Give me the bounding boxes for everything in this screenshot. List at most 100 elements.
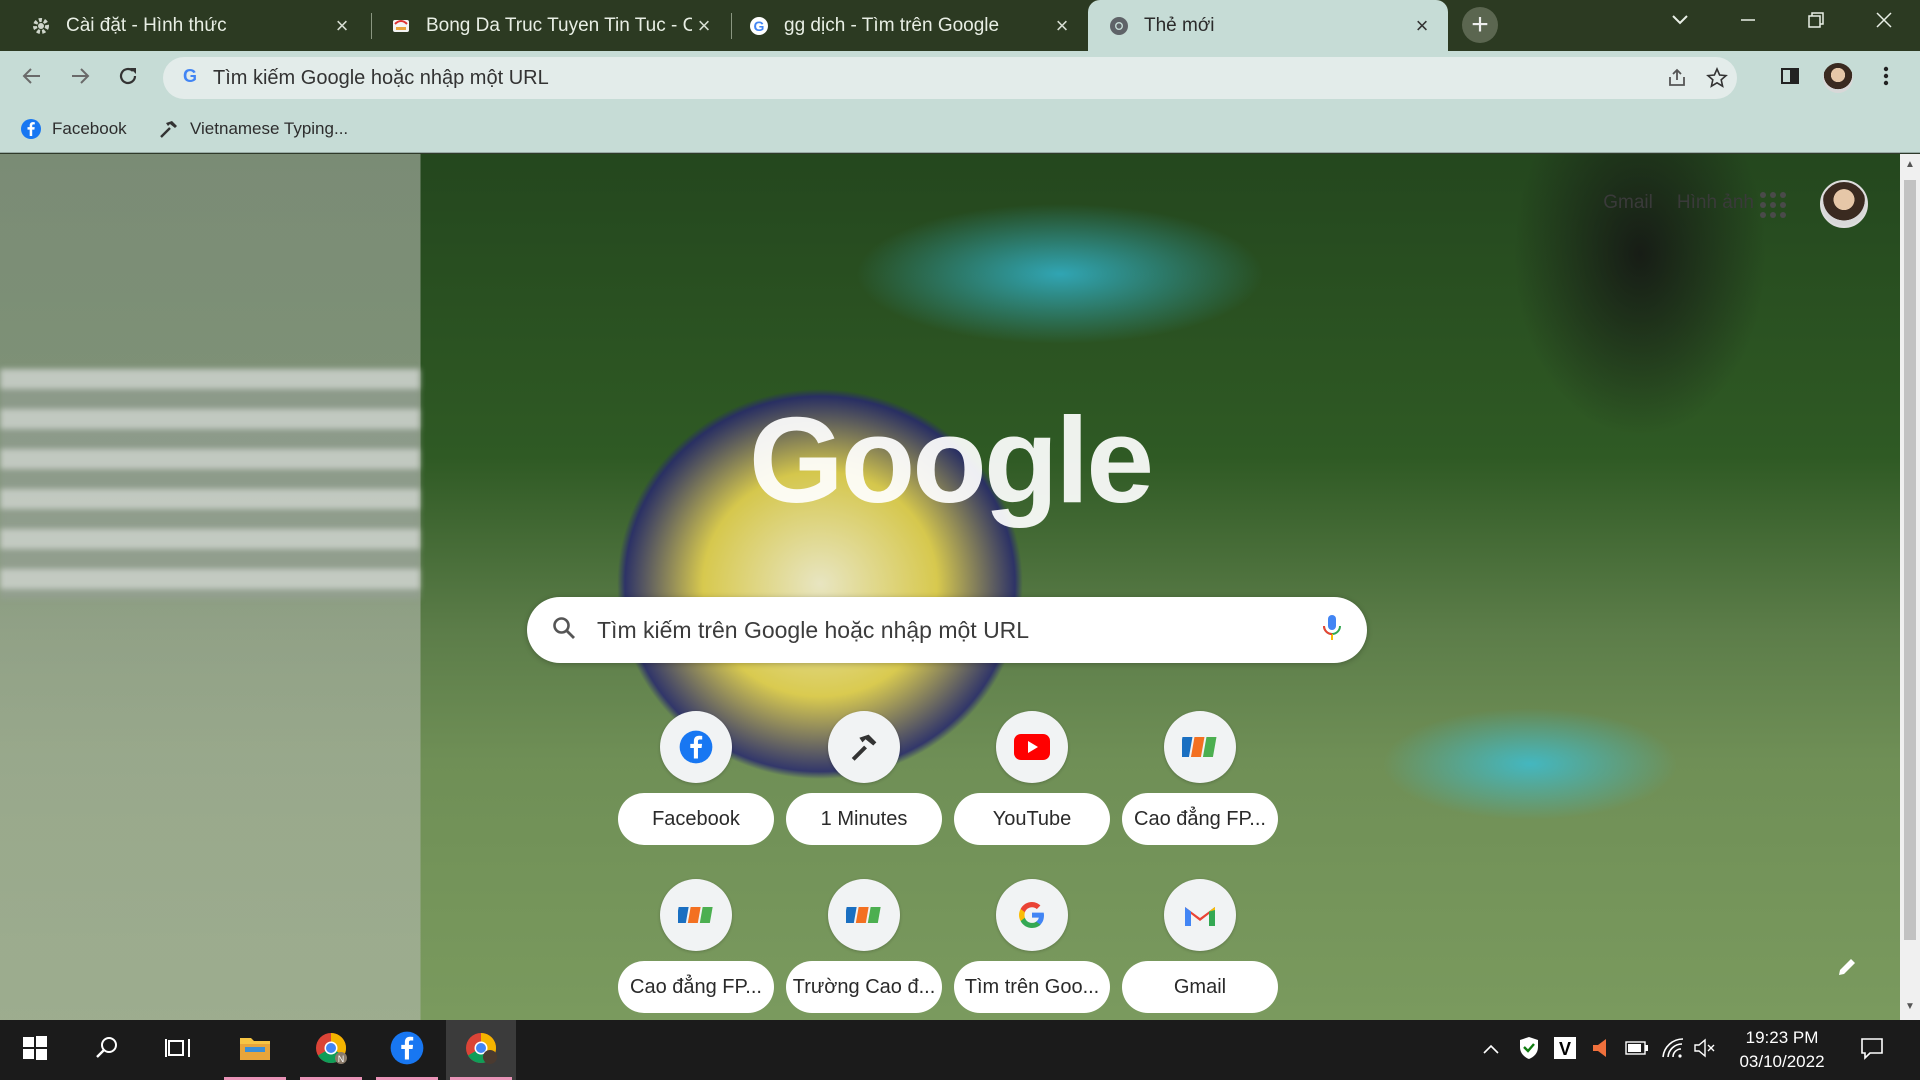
shortcut-label: Trường Cao đ... [786, 961, 942, 1013]
minimize-button[interactable] [1718, 0, 1778, 44]
microphone-icon[interactable] [1321, 613, 1343, 648]
taskbar-file-explorer[interactable] [220, 1020, 290, 1080]
bookmark-vietnamese-typing[interactable]: Vietnamese Typing... [158, 115, 348, 143]
shortcut-label: 1 Minutes [786, 793, 942, 845]
shortcut-gmail[interactable]: Gmail [1120, 879, 1280, 1020]
pencil-icon [1836, 956, 1858, 983]
search-button[interactable] [72, 1020, 142, 1080]
bookmark-facebook[interactable]: Facebook [20, 115, 127, 143]
windows-taskbar: N V 19:23 PM 03/10/2022 [0, 1020, 1920, 1080]
clock-time: 19:23 PM [1745, 1028, 1819, 1047]
google-icon: G [748, 15, 770, 37]
tab-google-search[interactable]: G gg dịch - Tìm trên Google × [732, 0, 1088, 51]
system-clock[interactable]: 19:23 PM 03/10/2022 [1712, 1026, 1852, 1074]
images-link[interactable]: Hình ảnh [1677, 192, 1754, 214]
svg-text:G: G [183, 66, 197, 86]
address-text[interactable]: Tìm kiếm Google hoặc nhập một URL [213, 67, 1657, 90]
task-view-button[interactable] [144, 1020, 214, 1080]
shortcut-youtube[interactable]: YouTube [952, 711, 1112, 881]
arrow-left-icon [21, 65, 43, 92]
google-apps-icon[interactable] [1758, 190, 1788, 220]
tray-network[interactable] [1656, 1020, 1690, 1080]
ntp-search-box[interactable]: Tìm kiếm trên Google hoặc nhập một URL [527, 597, 1367, 663]
bookmarks-bar: Facebook Vietnamese Typing... [0, 105, 1920, 153]
hammer-icon [158, 118, 180, 140]
tab-bongda[interactable]: Bong Da Truc Tuyen Tin Tuc - Cú × [372, 0, 730, 51]
side-panel-button[interactable] [1772, 60, 1808, 96]
background-bench [0, 369, 420, 599]
close-window-button[interactable] [1854, 0, 1914, 44]
scroll-up-icon[interactable]: ▲ [1904, 158, 1916, 172]
google-logo: Google [748, 392, 1154, 528]
address-bar[interactable]: G Tìm kiếm Google hoặc nhập một URL [163, 57, 1737, 99]
scroll-down-icon[interactable]: ▼ [1904, 1000, 1916, 1014]
facebook-icon [389, 1030, 425, 1071]
shield-icon [1518, 1036, 1540, 1065]
close-icon[interactable]: × [1050, 13, 1074, 38]
page-scrollbar[interactable]: ▲ ▼ [1900, 154, 1920, 1020]
reload-icon [117, 65, 139, 92]
shortcut-cao-dang-fpt[interactable]: Cao đẳng FP... [1120, 711, 1280, 881]
tab-search-button[interactable] [1650, 0, 1710, 44]
restore-button[interactable] [1786, 0, 1846, 44]
google-icon [996, 879, 1068, 951]
more-vert-icon [1883, 65, 1889, 92]
shortcut-tim-tren-google[interactable]: Tìm trên Goo... [952, 879, 1112, 1020]
fpt-icon [1164, 711, 1236, 783]
search-icon [551, 615, 577, 646]
svg-text:V: V [1559, 1039, 1571, 1059]
close-icon[interactable]: × [330, 13, 354, 38]
task-view-icon [165, 1035, 193, 1066]
avatar [1823, 63, 1853, 93]
taskbar-facebook[interactable] [372, 1020, 442, 1080]
shortcut-truong-cao-dang[interactable]: Trường Cao đ... [784, 879, 944, 1020]
avatar[interactable] [1820, 180, 1868, 228]
tray-unikey[interactable]: V [1548, 1020, 1582, 1080]
tab-strip: Cài đặt - Hình thức × Bong Da Truc Tuyen… [0, 0, 1920, 51]
close-icon[interactable]: × [692, 13, 716, 38]
shortcut-label: Tìm trên Goo... [954, 961, 1110, 1013]
facebook-icon [20, 118, 42, 140]
minimize-icon [1740, 12, 1756, 33]
chrome-icon [464, 1031, 498, 1070]
tray-speaker-app[interactable] [1584, 1020, 1618, 1080]
ntp-header-links: Gmail Hình ảnh [1603, 192, 1754, 214]
start-button[interactable] [0, 1020, 70, 1080]
new-tab-button[interactable]: + [1462, 7, 1498, 43]
tab-new-tab[interactable]: Thẻ mới × [1088, 0, 1448, 51]
show-hidden-icons[interactable] [1476, 1020, 1506, 1080]
tab-settings[interactable]: Cài đặt - Hình thức × [0, 0, 368, 51]
wifi-icon [1661, 1037, 1685, 1064]
shortcut-facebook[interactable]: Facebook [616, 711, 776, 881]
back-button[interactable] [14, 60, 50, 96]
taskbar-chrome-active[interactable] [446, 1020, 516, 1080]
windows-icon [22, 1035, 48, 1066]
shortcut-1-minutes[interactable]: 1 Minutes [784, 711, 944, 881]
tray-battery[interactable] [1620, 1020, 1654, 1080]
close-icon[interactable]: × [1410, 13, 1434, 38]
tab-title: gg dịch - Tìm trên Google [784, 14, 1000, 36]
reload-button[interactable] [110, 60, 146, 96]
restore-icon [1808, 11, 1824, 33]
forward-button[interactable] [62, 60, 98, 96]
search-input[interactable]: Tìm kiếm trên Google hoặc nhập một URL [597, 617, 1321, 644]
action-center-button[interactable] [1850, 1020, 1894, 1080]
speaker-icon [1591, 1037, 1611, 1064]
side-panel-icon [1780, 66, 1800, 91]
share-icon[interactable] [1657, 58, 1697, 98]
gear-icon [30, 15, 52, 37]
customize-button[interactable] [1832, 954, 1862, 984]
folder-icon [239, 1034, 271, 1067]
v-icon: V [1553, 1036, 1577, 1065]
tray-defender[interactable] [1512, 1020, 1546, 1080]
browser-toolbar: G Tìm kiếm Google hoặc nhập một URL [0, 51, 1920, 105]
star-icon[interactable] [1697, 58, 1737, 98]
scroll-thumb[interactable] [1904, 180, 1916, 940]
taskbar-chrome-profile[interactable]: N [296, 1020, 366, 1080]
profile-button[interactable] [1820, 60, 1856, 96]
gmail-link[interactable]: Gmail [1603, 192, 1653, 214]
shortcut-cao-dang-fpt-2[interactable]: Cao đẳng FP... [616, 879, 776, 1020]
site-icon [390, 15, 412, 37]
menu-button[interactable] [1868, 60, 1904, 96]
fpt-icon [828, 879, 900, 951]
